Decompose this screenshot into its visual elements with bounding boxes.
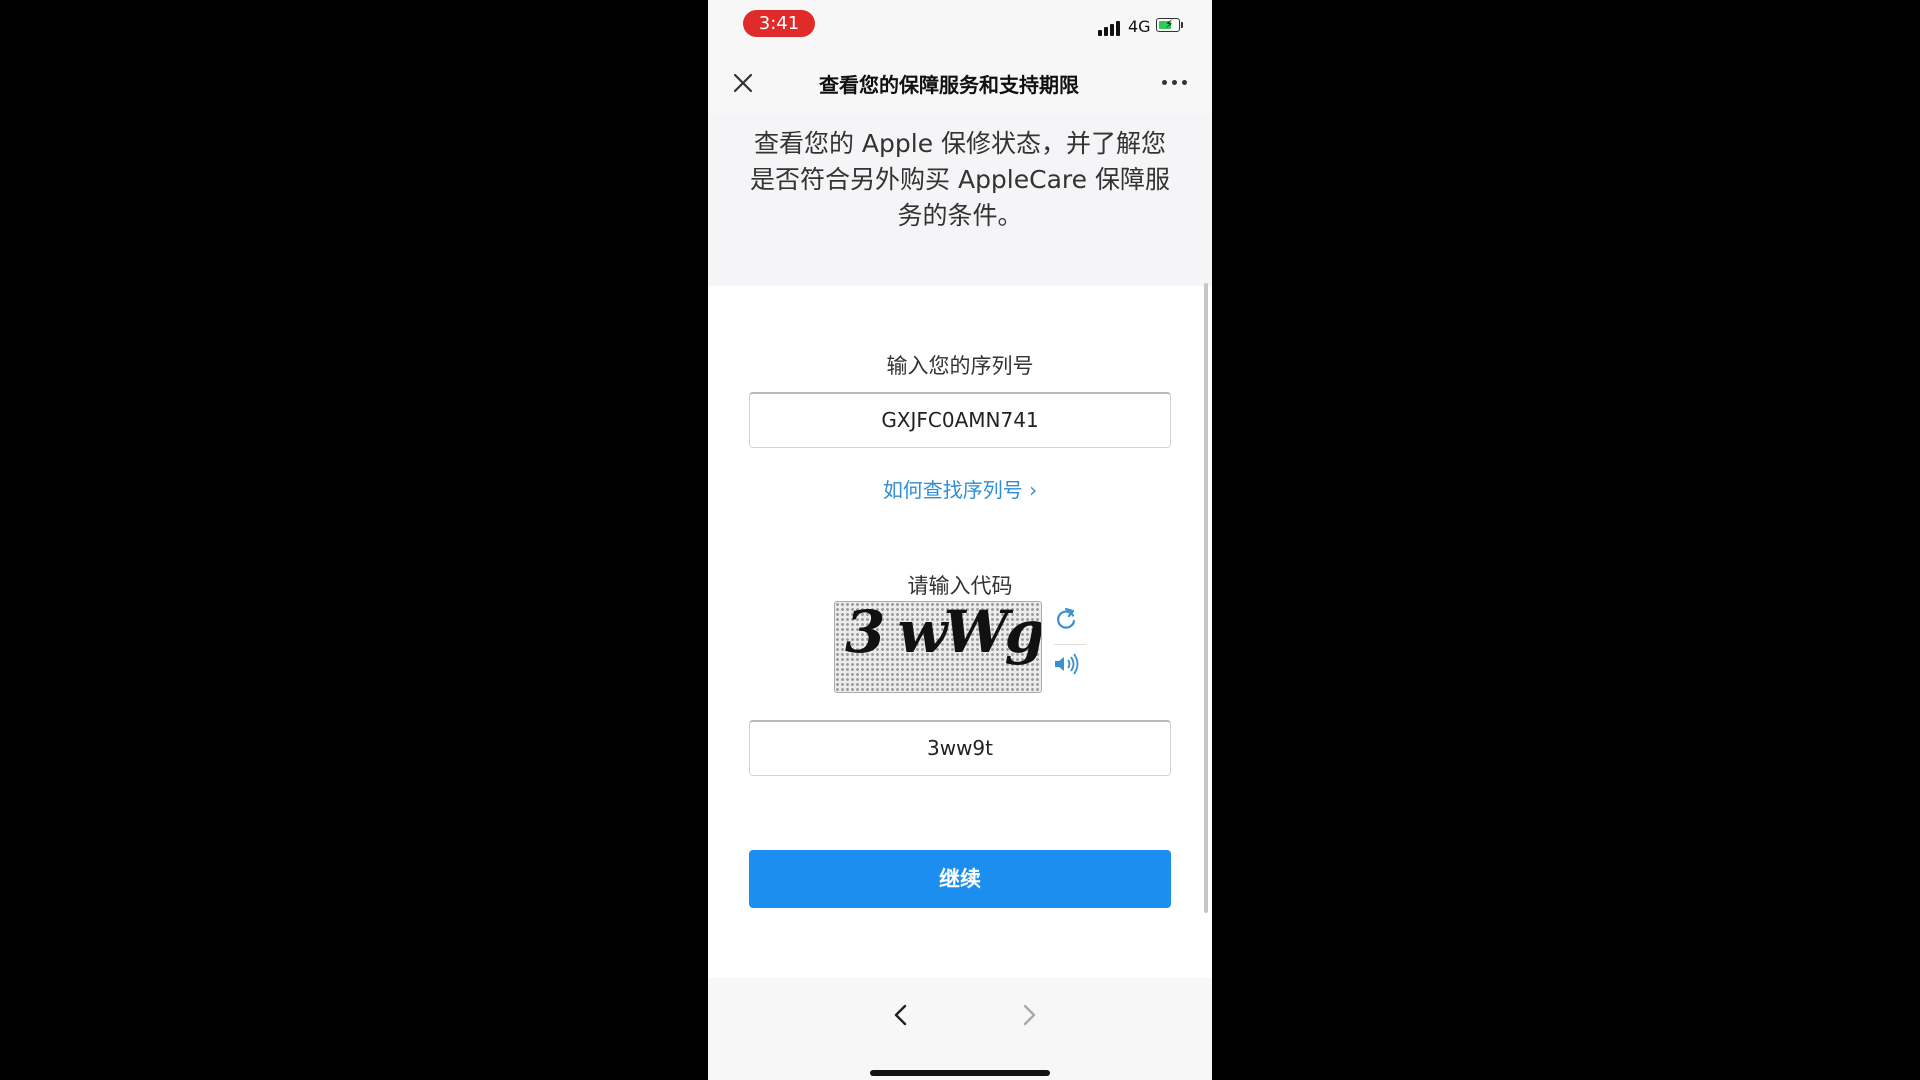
close-button[interactable] [728,68,758,98]
refresh-icon [1057,607,1076,629]
forward-button[interactable] [1014,1000,1044,1030]
audio-captcha-button[interactable] [1052,652,1082,676]
captcha-image: 3 wWgT [834,601,1042,693]
continue-button[interactable]: 继续 [749,850,1171,908]
phone-screen: 3:41 4G ⚡ 查看您的保障服务和支持期限 查看您的 Apple 保修状态，… [708,0,1212,1080]
intro-section: 查看您的 Apple 保修状态，并了解您是否符合另外购买 AppleCare 保… [708,114,1212,286]
speaker-icon [1055,653,1079,675]
cellular-signal-icon [1098,20,1122,36]
back-button[interactable] [886,1000,916,1030]
scrollbar [1204,283,1208,913]
more-button[interactable] [1160,72,1190,92]
close-icon [733,73,753,93]
chevron-right-icon [1023,1004,1036,1026]
captcha-text: 3 wWgT [845,601,1042,666]
find-serial-link[interactable]: 如何查找序列号 › [708,474,1212,503]
nav-bar: 查看您的保障服务和支持期限 [708,50,1212,114]
serial-form: 输入您的序列号 GXJFC0AMN741 如何查找序列号 › 请输入代码 3 w… [708,286,1212,978]
page-title: 查看您的保障服务和支持期限 [819,73,1079,97]
network-type: 4G [1128,17,1151,36]
serial-label: 输入您的序列号 [886,354,1034,378]
chevron-left-icon [894,1004,907,1026]
browser-toolbar [708,978,1212,1080]
serial-input[interactable]: GXJFC0AMN741 [749,392,1171,448]
refresh-captcha-button[interactable] [1052,605,1080,633]
home-indicator [870,1070,1050,1076]
status-bar: 3:41 4G ⚡ [708,0,1212,50]
more-icon [1162,80,1167,85]
battery-icon: ⚡ [1156,17,1183,32]
intro-text: 查看您的 Apple 保修状态，并了解您是否符合另外购买 AppleCare 保… [750,129,1170,230]
status-time: 3:41 [743,10,815,37]
code-input[interactable]: 3ww9t [749,720,1171,776]
code-label: 请输入代码 [907,574,1013,598]
